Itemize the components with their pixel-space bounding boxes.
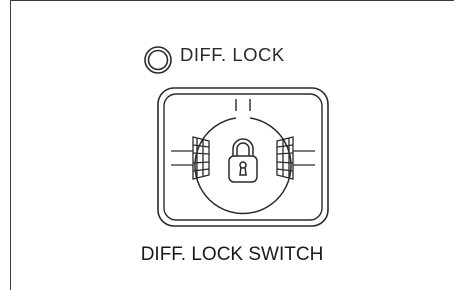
diff-lock-switch-icon	[157, 87, 329, 227]
figure-caption: DIFF. LOCK SWITCH	[140, 244, 324, 265]
padlock-icon	[228, 138, 258, 183]
indicator-lamp-icon	[144, 46, 172, 74]
indicator-label: DIFF. LOCK	[180, 44, 285, 65]
